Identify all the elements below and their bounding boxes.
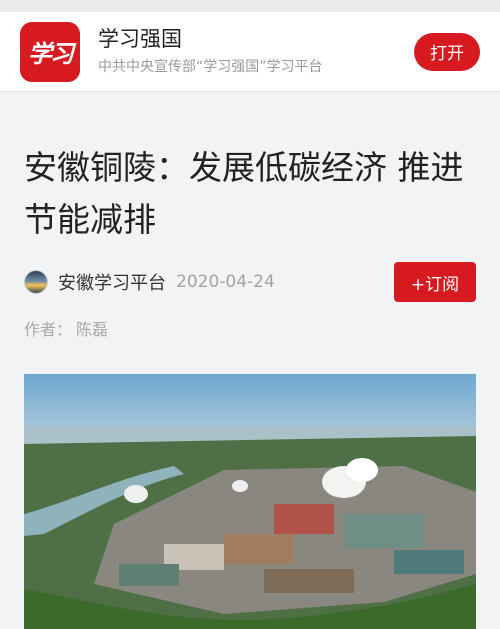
article-title: 安徽铜陵：发展低碳经济 推进节能减排 bbox=[24, 148, 464, 239]
app-info: 学习强国 中共中央宣传部“学习强国”学习平台 bbox=[98, 25, 414, 78]
open-app-button[interactable]: 打开 bbox=[414, 32, 480, 71]
publish-date: 2020-04-24 bbox=[176, 272, 275, 292]
article-meta: 安徽学习平台 2020-04-24 +订阅 bbox=[24, 260, 476, 304]
source-avatar[interactable] bbox=[24, 270, 48, 294]
source-name[interactable]: 安徽学习平台 bbox=[58, 269, 166, 295]
app-name: 学习强国 bbox=[98, 27, 182, 51]
article-photo[interactable] bbox=[24, 374, 476, 629]
author-label: 作者： bbox=[24, 320, 73, 339]
app-description: 中共中央宣传部“学习强国”学习平台 bbox=[98, 59, 323, 75]
app-download-banner: 学习 学习强国 中共中央宣传部“学习强国”学习平台 打开 bbox=[0, 12, 500, 92]
article: 安徽铜陵：发展低碳经济 推进节能减排 安徽学习平台 2020-04-24 +订阅… bbox=[0, 92, 500, 629]
subscribe-button[interactable]: +订阅 bbox=[394, 262, 476, 302]
author-line: 作者： 陈磊 bbox=[24, 316, 476, 340]
app-logo-text: 学习 bbox=[28, 39, 74, 68]
app-logo[interactable]: 学习 bbox=[20, 21, 80, 82]
aerial-industrial-photo bbox=[24, 426, 476, 629]
author-name: 陈磊 bbox=[76, 320, 109, 339]
status-strip bbox=[0, 0, 500, 12]
